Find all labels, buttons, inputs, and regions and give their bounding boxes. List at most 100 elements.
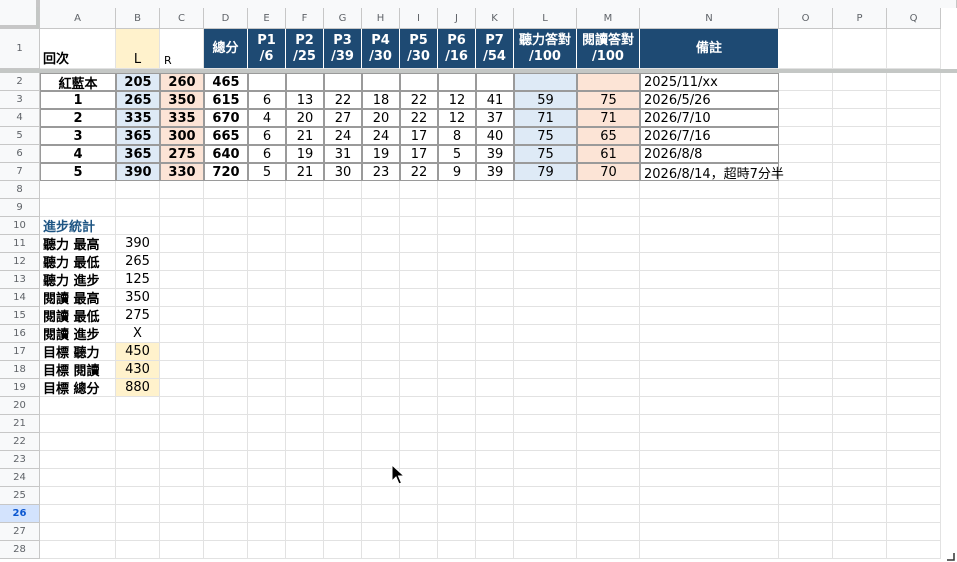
row-header-14[interactable]: 14 <box>0 289 40 307</box>
column-header-p[interactable]: P <box>833 8 887 29</box>
stat-label[interactable]: 目標 閱讀 <box>40 361 116 379</box>
grid-cell[interactable] <box>887 487 941 505</box>
grid-cell[interactable] <box>833 145 887 163</box>
grid-cell[interactable] <box>476 289 514 307</box>
grid-cell[interactable] <box>640 469 779 487</box>
grid-cell[interactable] <box>640 343 779 361</box>
stat-value[interactable]: 265 <box>116 253 160 271</box>
grid-cell[interactable] <box>577 415 640 433</box>
grid-cell[interactable] <box>248 451 286 469</box>
grid-cell[interactable] <box>833 235 887 253</box>
reading-score[interactable]: 300 <box>160 127 204 145</box>
round-label[interactable]: 5 <box>40 163 116 181</box>
grid-cell[interactable] <box>160 199 204 217</box>
grid-cell[interactable] <box>400 181 438 199</box>
header-notes[interactable]: 備註 <box>640 29 779 69</box>
grid-cell[interactable] <box>362 505 400 523</box>
grid-cell[interactable] <box>779 541 833 559</box>
grid-cell[interactable] <box>248 415 286 433</box>
grid-cell[interactable] <box>514 451 577 469</box>
note[interactable]: 2025/11/xx <box>640 73 779 91</box>
grid-cell[interactable] <box>833 379 887 397</box>
grid-cell[interactable] <box>286 541 324 559</box>
grid-cell[interactable] <box>116 451 160 469</box>
grid-cell[interactable] <box>833 253 887 271</box>
grid-cell[interactable] <box>204 307 248 325</box>
part-5-score[interactable]: 17 <box>400 127 438 145</box>
grid-cell[interactable] <box>833 163 887 181</box>
grid-cell[interactable] <box>248 469 286 487</box>
column-header-n[interactable]: N <box>640 8 779 29</box>
grid-cell[interactable] <box>779 451 833 469</box>
grid-cell[interactable] <box>40 541 116 559</box>
grid-cell[interactable] <box>779 235 833 253</box>
stat-label[interactable]: 聽力 最高 <box>40 235 116 253</box>
row-header-4[interactable]: 4 <box>0 109 40 127</box>
grid-cell[interactable] <box>577 289 640 307</box>
part-7-score[interactable] <box>476 73 514 91</box>
grid-cell[interactable] <box>286 253 324 271</box>
grid-cell[interactable] <box>400 325 438 343</box>
grid-cell[interactable] <box>833 361 887 379</box>
grid-cell[interactable] <box>577 469 640 487</box>
note[interactable]: 2026/8/14，超時7分半 <box>640 163 784 182</box>
grid-cell[interactable] <box>204 235 248 253</box>
grid-cell[interactable] <box>640 271 779 289</box>
total-score[interactable]: 670 <box>204 109 248 127</box>
grid-cell[interactable] <box>160 361 204 379</box>
grid-cell[interactable] <box>640 451 779 469</box>
grid-cell[interactable] <box>116 487 160 505</box>
row-header-19[interactable]: 19 <box>0 379 40 397</box>
grid-cell[interactable] <box>324 253 362 271</box>
grid-cell[interactable] <box>779 217 833 235</box>
grid-cell[interactable] <box>160 505 204 523</box>
grid-cell[interactable] <box>887 307 941 325</box>
grid-cell[interactable] <box>400 343 438 361</box>
grid-cell[interactable] <box>362 199 400 217</box>
grid-cell[interactable] <box>40 433 116 451</box>
grid-cell[interactable] <box>400 451 438 469</box>
grid-cell[interactable] <box>577 487 640 505</box>
grid-cell[interactable] <box>324 451 362 469</box>
grid-cell[interactable] <box>248 487 286 505</box>
grid-cell[interactable] <box>887 145 941 163</box>
listening-correct[interactable]: 79 <box>514 163 577 181</box>
grid-cell[interactable] <box>577 379 640 397</box>
part-2-score[interactable]: 13 <box>286 91 324 109</box>
grid-cell[interactable] <box>887 505 941 523</box>
part-7-score[interactable]: 39 <box>476 163 514 181</box>
grid-cell[interactable] <box>116 217 160 235</box>
grid-cell[interactable] <box>833 415 887 433</box>
header-round[interactable]: 回次 <box>40 29 116 69</box>
part-5-score[interactable]: 17 <box>400 145 438 163</box>
listening-score[interactable]: 365 <box>116 145 160 163</box>
grid-cell[interactable] <box>362 325 400 343</box>
grid-cell[interactable] <box>833 217 887 235</box>
grid-cell[interactable] <box>438 253 476 271</box>
grid-cell[interactable] <box>362 361 400 379</box>
grid-cell[interactable] <box>160 181 204 199</box>
grid-cell[interactable] <box>248 541 286 559</box>
grid-cell[interactable] <box>640 397 779 415</box>
grid-cell[interactable] <box>833 325 887 343</box>
grid-cell[interactable] <box>476 487 514 505</box>
grid-cell[interactable] <box>160 325 204 343</box>
grid-cell[interactable] <box>400 199 438 217</box>
grid-cell[interactable] <box>833 289 887 307</box>
reading-correct[interactable]: 70 <box>577 163 640 181</box>
part-6-score[interactable]: 9 <box>438 163 476 181</box>
grid-cell[interactable] <box>438 289 476 307</box>
listening-correct[interactable]: 75 <box>514 127 577 145</box>
reading-correct[interactable]: 71 <box>577 109 640 127</box>
column-header-h[interactable]: H <box>362 8 400 29</box>
grid-cell[interactable] <box>324 505 362 523</box>
column-header-m[interactable]: M <box>577 8 640 29</box>
note[interactable]: 2026/7/16 <box>640 127 779 145</box>
header-listening-score[interactable]: L <box>116 29 160 69</box>
grid-cell[interactable] <box>779 505 833 523</box>
grid-cell[interactable] <box>40 469 116 487</box>
total-score[interactable]: 465 <box>204 73 248 91</box>
grid-cell[interactable] <box>887 271 941 289</box>
stat-label[interactable]: 閱讀 最高 <box>40 289 116 307</box>
grid-cell[interactable] <box>640 235 779 253</box>
